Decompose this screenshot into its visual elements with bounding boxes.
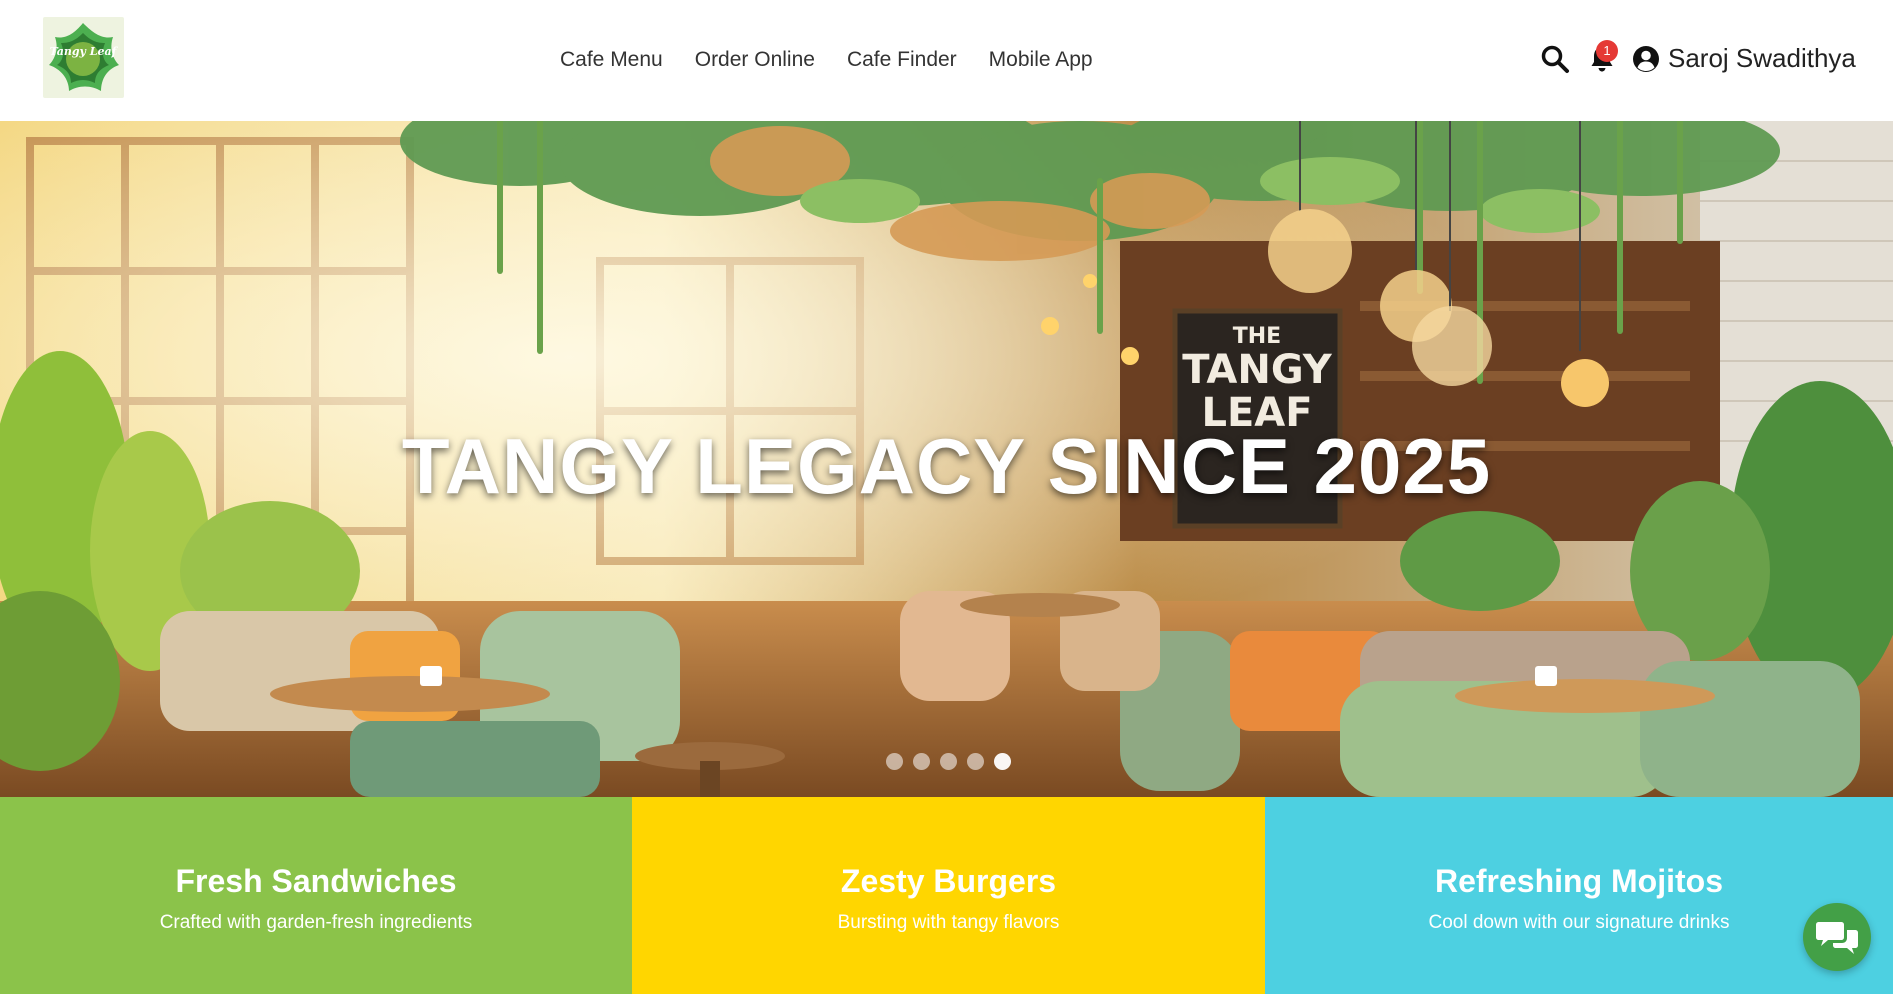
notification-badge: 1: [1596, 40, 1618, 62]
user-circle-icon: [1633, 45, 1659, 72]
tile-subtitle: Crafted with garden-fresh ingredients: [159, 912, 473, 933]
carousel-dot-active[interactable]: [994, 753, 1011, 770]
tile-mojitos[interactable]: Refreshing Mojitos Cool down with our si…: [1265, 797, 1893, 994]
logo-word-tangy: Tangy Leaf: [50, 45, 119, 58]
sign-line-2: TANGY: [1182, 347, 1333, 393]
nav-cafe-finder[interactable]: Cafe Finder: [847, 48, 957, 72]
feature-tiles: Fresh Sandwiches Crafted with garden-fre…: [0, 797, 1893, 994]
chat-bubbles-icon: [1816, 922, 1858, 954]
tile-title: Fresh Sandwiches: [175, 863, 457, 899]
brand-logo[interactable]: Tangy Leaf: [43, 17, 124, 98]
sign-line-1: THE: [1233, 324, 1281, 349]
site-header: Tangy Leaf Cafe Menu Order Online Cafe F…: [0, 0, 1893, 121]
carousel-dot[interactable]: [967, 753, 984, 770]
hero-carousel: THE TANGY LEAF TANGY LEGACY SINCE 2025: [0, 121, 1893, 797]
carousel-dot[interactable]: [913, 753, 930, 770]
search-icon[interactable]: [1540, 44, 1570, 74]
tile-subtitle: Bursting with tangy flavors: [837, 912, 1060, 933]
hero-title: TANGY LEGACY SINCE 2025: [401, 422, 1492, 510]
chat-button[interactable]: [1803, 903, 1871, 971]
carousel-dot[interactable]: [886, 753, 903, 770]
nav-cafe-menu[interactable]: Cafe Menu: [560, 48, 663, 72]
carousel-dot[interactable]: [940, 753, 957, 770]
nav-mobile-app[interactable]: Mobile App: [989, 48, 1093, 72]
main-nav: Cafe Menu Order Online Cafe Finder Mobil…: [560, 48, 1093, 72]
tile-title: Refreshing Mojitos: [1434, 863, 1723, 899]
user-name: Saroj Swadithya: [1668, 43, 1856, 73]
tile-title: Zesty Burgers: [840, 863, 1057, 899]
nav-order-online[interactable]: Order Online: [695, 48, 815, 72]
user-menu[interactable]: Saroj Swadithya: [1632, 43, 1856, 74]
carousel-indicators: [886, 753, 1011, 770]
tile-burgers[interactable]: Zesty Burgers Bursting with tangy flavor…: [632, 797, 1265, 994]
tile-sandwiches[interactable]: Fresh Sandwiches Crafted with garden-fre…: [0, 797, 632, 994]
leaf-logo-icon: Tangy Leaf: [49, 23, 119, 91]
tile-subtitle: Cool down with our signature drinks: [1428, 912, 1730, 933]
